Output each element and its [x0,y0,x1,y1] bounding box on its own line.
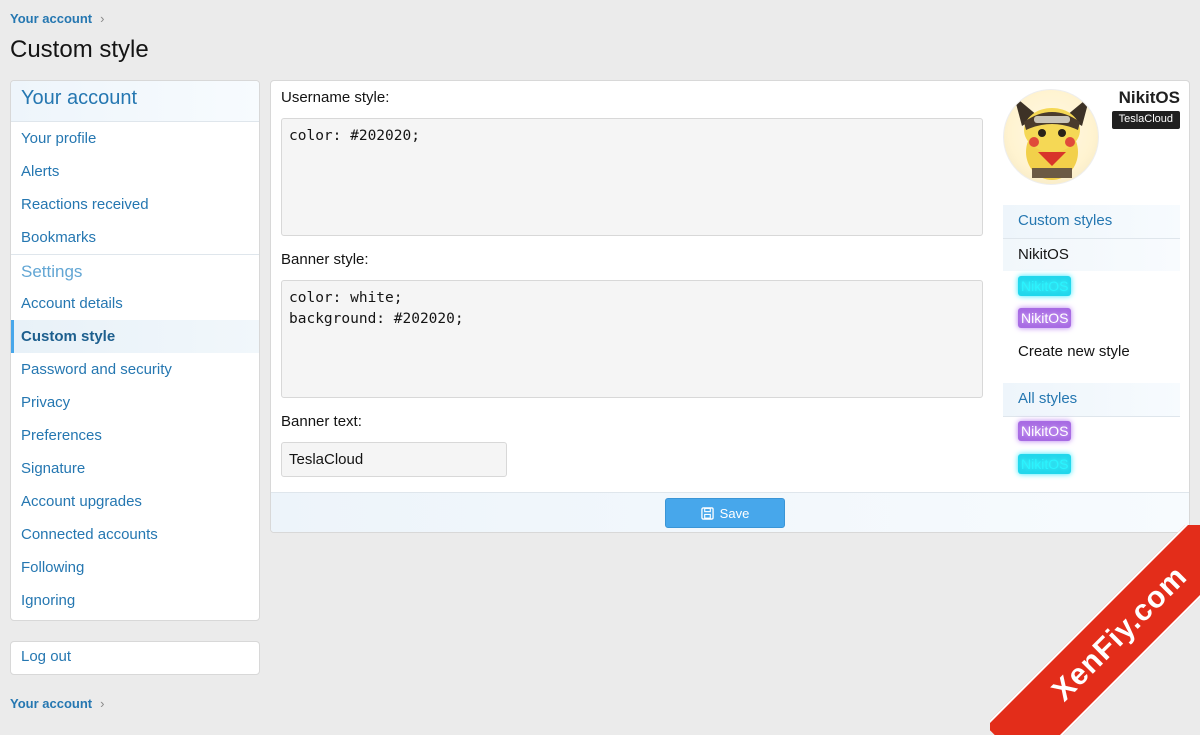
logout-link[interactable]: Log out [10,641,260,675]
chevron-right-icon: › [100,696,105,711]
sidebar-item-bookmarks[interactable]: Bookmarks [11,221,259,254]
custom-styles-header: Custom styles [1003,205,1180,239]
style-preview-cyan: NikitOS [1018,276,1072,296]
style-preview-purple: NikitOS [1018,308,1072,328]
username-style-textarea[interactable]: color: #202020; [281,118,983,236]
banner-text-input[interactable] [281,442,507,477]
sidebar-item-password-security[interactable]: Password and security [11,353,259,386]
sidebar-item-your-profile[interactable]: Your profile [11,122,259,155]
preview-username: NikitOS [1118,88,1180,107]
custom-style-item[interactable]: NikitOS [1003,239,1180,271]
sidebar-item-alerts[interactable]: Alerts [11,155,259,188]
sidebar-item-account-upgrades[interactable]: Account upgrades [11,485,259,518]
pikachu-avatar-icon [1003,89,1099,185]
all-styles-header: All styles [1003,383,1180,417]
sidebar-item-ignoring[interactable]: Ignoring [11,584,259,617]
sidebar-item-connected-accounts[interactable]: Connected accounts [11,518,259,551]
preview-banner: TeslaCloud [1111,111,1180,129]
account-sidebar: Your account Your profile Alerts Reactio… [10,80,260,621]
custom-style-item[interactable]: NikitOS [1003,303,1180,335]
sidebar-item-account-details[interactable]: Account details [11,287,259,320]
save-icon [700,506,714,520]
page-title: Custom style [10,36,149,63]
sidebar-item-privacy[interactable]: Privacy [11,386,259,419]
chevron-right-icon: › [100,11,105,26]
breadcrumb-link[interactable]: Your account [10,696,92,711]
sidebar-item-following[interactable]: Following [11,551,259,584]
sidebar-item-custom-style[interactable]: Custom style [11,320,259,353]
banner-style-label: Banner style: [281,251,369,268]
sidebar-item-signature[interactable]: Signature [11,452,259,485]
breadcrumb[interactable]: Your account › [10,11,104,26]
style-preview-purple: NikitOS [1018,421,1072,441]
custom-style-item[interactable]: NikitOS [1003,271,1180,303]
sidebar-header: Your account [11,81,259,122]
style-form: Username style: color: #202020; Banner s… [281,81,983,477]
all-style-item[interactable]: NikitOS [1003,416,1180,448]
save-button-label: Save [719,505,750,521]
style-preview-cyan: NikitOS [1018,454,1072,474]
create-new-style-link[interactable]: Create new style [1003,336,1180,368]
username-style-label: Username style: [281,89,390,106]
banner-text-label: Banner text: [281,413,362,430]
custom-style-panel: Username style: color: #202020; Banner s… [270,80,1190,533]
sidebar-item-preferences[interactable]: Preferences [11,419,259,452]
all-style-item[interactable]: NikitOS [1003,449,1180,481]
banner-style-textarea[interactable]: color: white; background: #202020; [281,280,983,398]
sidebar-section-settings: Settings [11,254,259,287]
watermark-ribbon: XenFiy.com [990,525,1200,735]
save-button[interactable]: Save [665,498,785,528]
sidebar-item-reactions[interactable]: Reactions received [11,188,259,221]
breadcrumb-bottom[interactable]: Your account › [10,696,104,711]
breadcrumb-link[interactable]: Your account [10,11,92,26]
watermark-text: XenFiy.com [990,525,1200,735]
